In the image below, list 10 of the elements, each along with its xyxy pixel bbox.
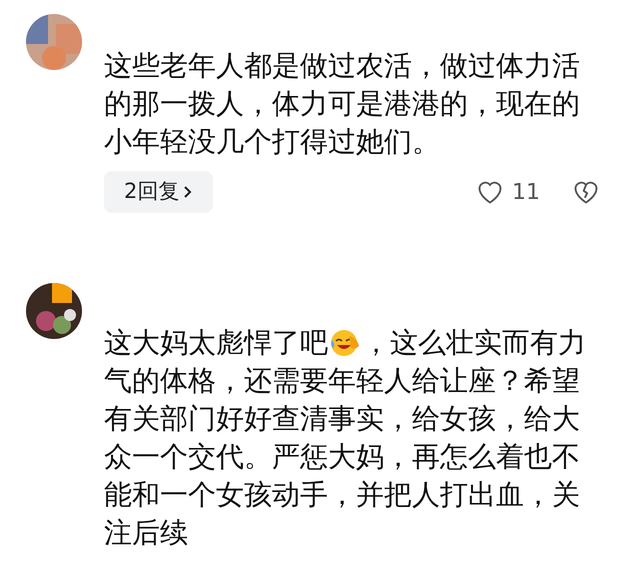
comment-text: 气的体格，还需要年轻人给让座？希望有关部门好好查清事实，给女孩，给大众一个交代。严惩大妈，再怎么着也不能和一个女孩动手，并把人打出血，关注后续 xyxy=(104,363,581,551)
chevron-right-icon xyxy=(183,184,194,200)
heart-icon[interactable] xyxy=(476,179,504,205)
comment-text: 这些老年人都是做过农活，做过体力活的那一拨人，体力可是港港的，现在的小年轻没几个打得过她们。 xyxy=(104,48,581,160)
broken-heart-icon[interactable] xyxy=(572,179,600,205)
comment-text: 这大妈太彪悍了吧 xyxy=(104,325,328,361)
like-count: 11 xyxy=(512,178,541,206)
comment-text: ，这么壮实而有力 xyxy=(362,325,586,361)
replies-button[interactable]: 2回复 xyxy=(104,171,214,213)
laughing-emoji-icon xyxy=(329,328,361,358)
